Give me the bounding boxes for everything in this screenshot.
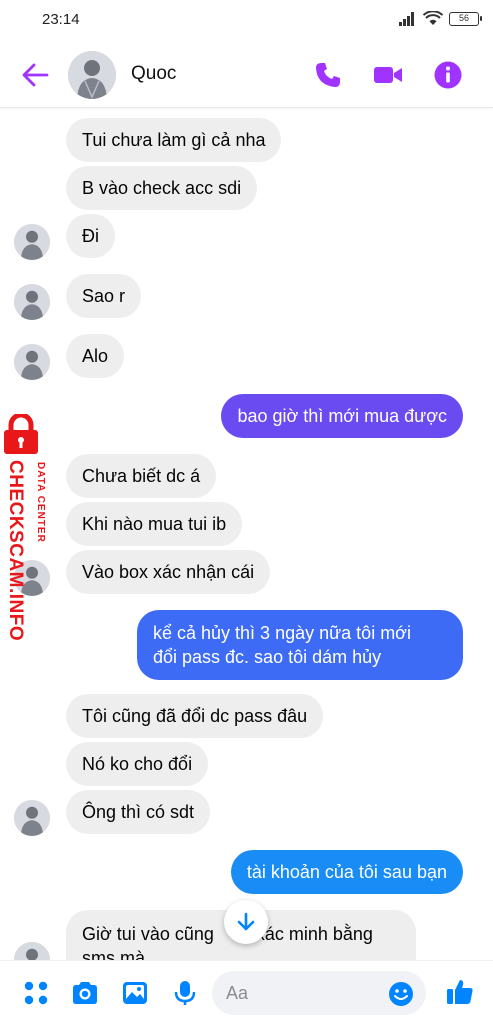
avatar-person-icon [68,51,116,99]
watermark-line2: CHECKSCAM.INFO [5,460,26,642]
message-outgoing[interactable]: bao giờ thì mới mua được [221,394,463,438]
message-line: đổi pass đc. sao tôi dám hủy [153,647,382,667]
thumbs-up-icon[interactable] [445,977,475,1007]
checkscam-watermark: DATA CENTER CHECKSCAM.INFO [2,412,56,654]
contact-avatar[interactable] [68,51,116,99]
info-icon[interactable] [433,60,463,90]
sender-avatar[interactable] [14,284,50,320]
sender-avatar[interactable] [14,224,50,260]
image-icon[interactable] [121,979,149,1007]
back-arrow-icon[interactable] [20,60,50,90]
message-outgoing[interactable]: kể cả hủy thì 3 ngày nữa tôi mới đổi pas… [137,610,463,680]
message-incoming[interactable]: Tôi cũng đã đổi dc pass đâu [66,694,324,738]
message-incoming[interactable]: Đi [66,214,115,258]
message-incoming[interactable]: Vào box xác nhận cái [66,550,271,594]
message-incoming[interactable]: B vào check acc sdi [66,166,258,210]
message-incoming[interactable]: Alo [66,334,125,378]
message-outgoing[interactable]: tài khoản của tôi sau bạn [230,850,463,894]
avatar-person-icon [14,800,50,836]
avatar-person-icon [14,344,50,380]
emoji-icon[interactable] [388,981,414,1007]
sender-avatar[interactable] [14,942,50,960]
message-list[interactable]: Tui chưa làm gì cả nha B vào check acc s… [0,108,493,960]
microphone-icon[interactable] [171,979,199,1007]
avatar-person-icon [14,284,50,320]
message-composer [0,960,493,1024]
battery-indicator: 56 [449,11,482,26]
message-incoming[interactable]: Khi nào mua tui ib [66,502,243,546]
camera-icon[interactable] [71,979,99,1007]
status-icons: 56 [399,11,482,26]
sender-avatar[interactable] [14,800,50,836]
message-incoming[interactable]: Chưa biết dc á [66,454,217,498]
avatar-person-icon [14,224,50,260]
chat-header: Quoc [0,40,493,108]
message-incoming[interactable]: Tui chưa làm gì cả nha [66,118,282,162]
avatar-person-icon [14,942,50,960]
watermark-line1: DATA CENTER [35,462,46,543]
phone-icon[interactable] [313,60,343,90]
video-camera-icon[interactable] [373,60,403,90]
message-incoming[interactable]: Sao r [66,274,142,318]
message-line: sms mà [82,948,145,960]
status-bar: 23:14 56 [0,0,493,40]
signal-icon [399,11,414,26]
scroll-to-bottom-button[interactable] [224,900,268,944]
status-time: 23:14 [42,11,80,28]
message-incoming[interactable]: Ông thì có sdt [66,790,211,834]
menu-dots-icon[interactable] [22,979,50,1007]
wifi-icon [423,11,443,25]
message-incoming[interactable]: Nó ko cho đổi [66,742,209,786]
contact-name[interactable]: Quoc [131,63,176,85]
message-line: kể cả hủy thì 3 ngày nữa tôi mới [153,623,411,643]
arrow-down-icon [237,912,255,931]
sender-avatar[interactable] [14,344,50,380]
